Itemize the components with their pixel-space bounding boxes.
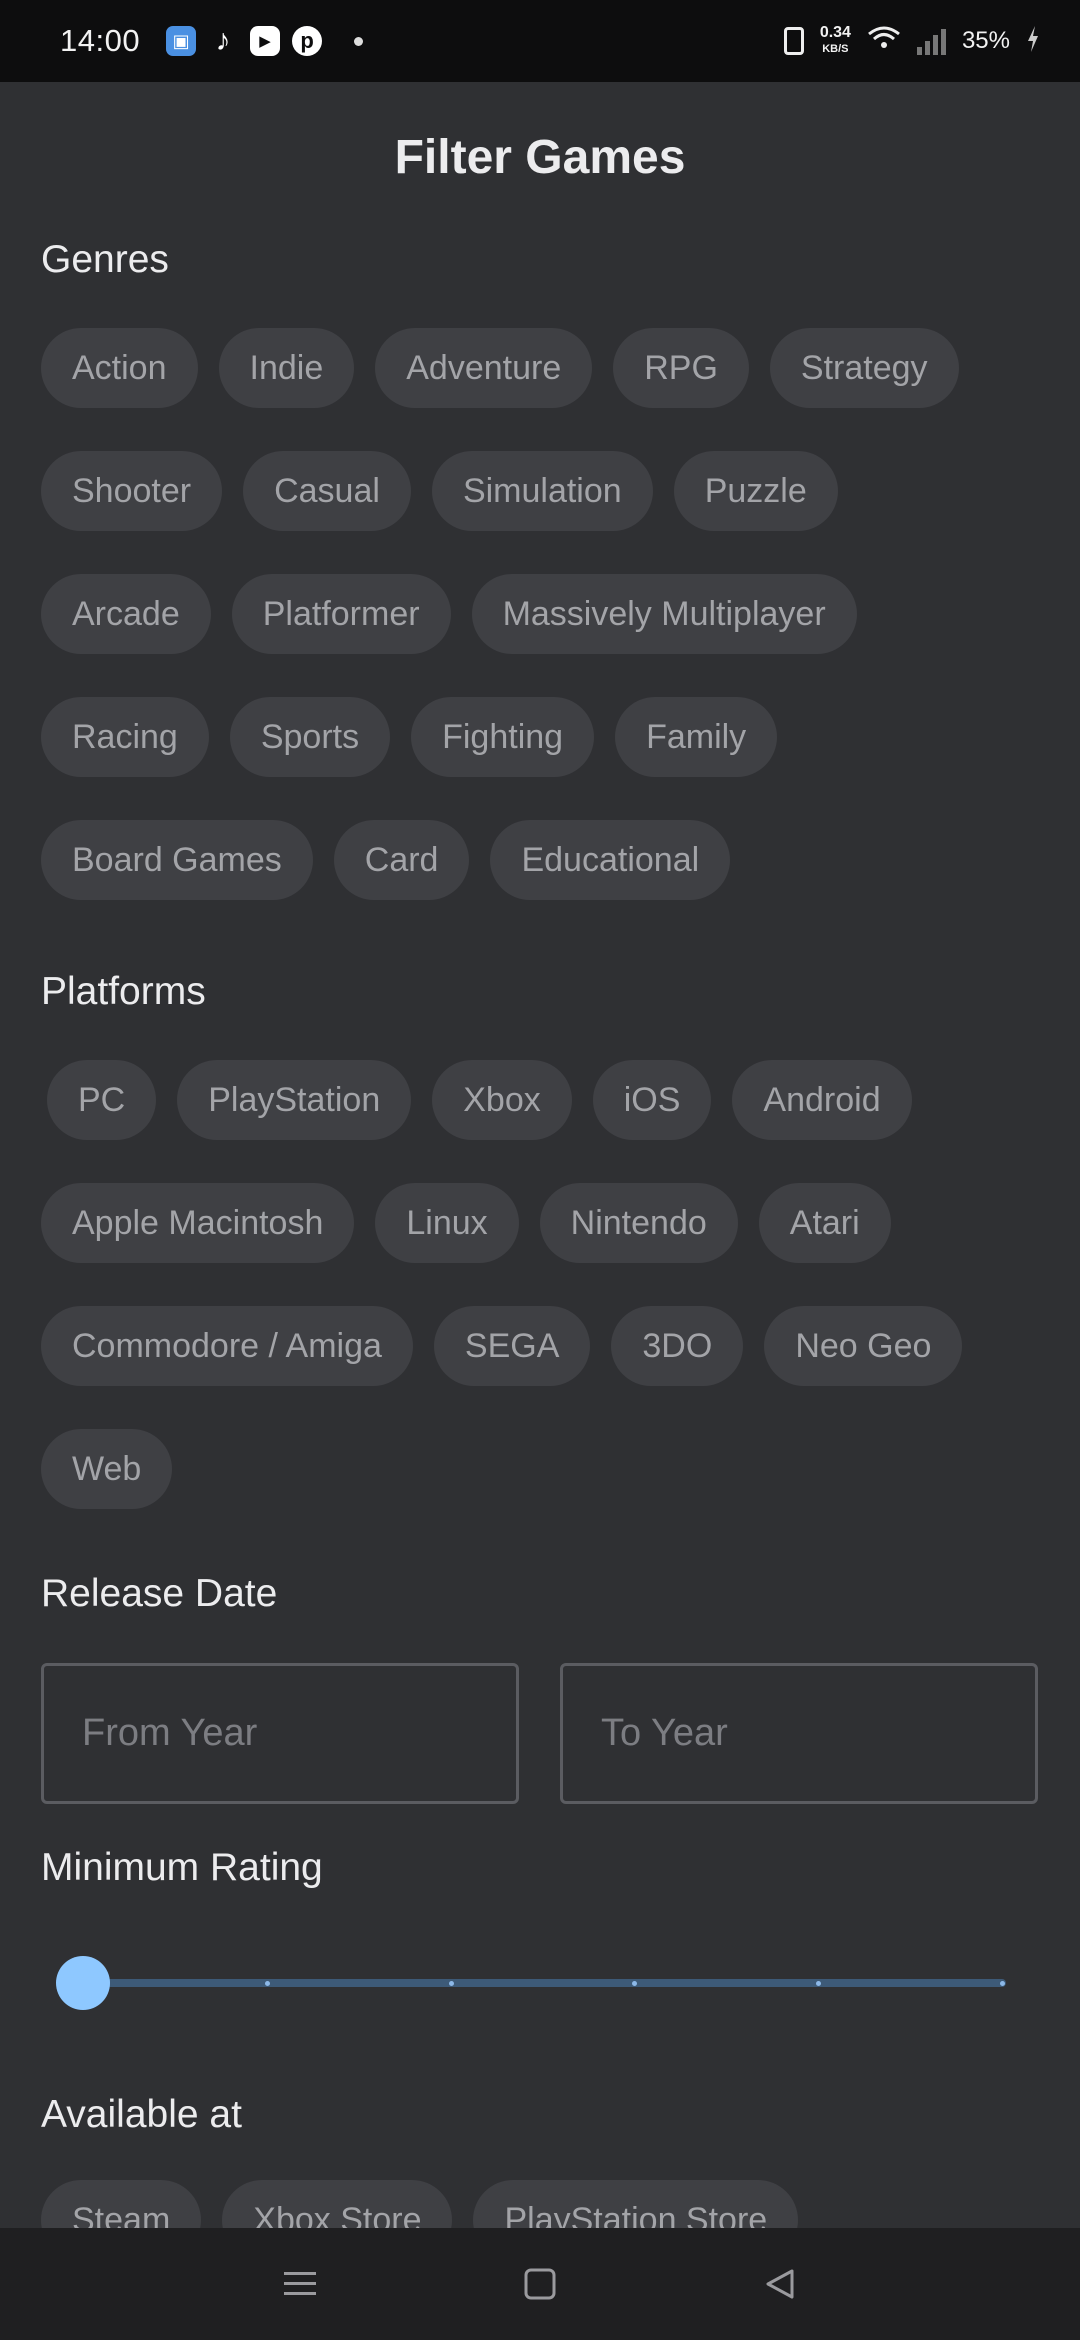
genre-chip-arcade[interactable]: Arcade	[41, 574, 211, 654]
back-triangle-icon	[766, 2269, 794, 2299]
notification-dot-icon	[354, 36, 364, 46]
battery-text: 35%	[961, 27, 1010, 54]
platform-chip-apple-macintosh[interactable]: Apple Macintosh	[41, 1183, 355, 1263]
genre-chip-rpg[interactable]: RPG	[613, 328, 749, 408]
genre-chip-fighting[interactable]: Fighting	[411, 697, 595, 777]
slider-tick	[448, 1981, 454, 1986]
app-icon: ▣	[166, 26, 197, 56]
signal-icon	[916, 27, 946, 55]
genres-row: Arcade Platformer Massively Multiplayer	[41, 574, 1041, 654]
genres-row: Racing Sports Fighting Family	[41, 697, 1041, 777]
platforms-heading: Platforms	[41, 970, 206, 1013]
genres-chip-group: Action Indie Adventure RPG Strategy Shoo…	[41, 328, 1041, 943]
platforms-row: Apple Macintosh Linux Nintendo Atari	[41, 1183, 1041, 1263]
genres-row: Action Indie Adventure RPG Strategy	[41, 328, 1041, 408]
recent-apps-button[interactable]	[270, 2254, 330, 2314]
platform-chip-linux[interactable]: Linux	[375, 1183, 519, 1263]
to-year-field[interactable]	[560, 1663, 1038, 1804]
tiktok-icon: ♪	[215, 24, 231, 57]
net-speed-unit: KB/S	[822, 43, 849, 55]
genre-chip-card[interactable]: Card	[333, 820, 470, 900]
platform-chip-android[interactable]: Android	[732, 1060, 912, 1140]
status-time: 14:00	[60, 23, 141, 58]
genre-chip-casual[interactable]: Casual	[243, 451, 411, 531]
slider-track[interactable]	[80, 1979, 1006, 1987]
genre-chip-shooter[interactable]: Shooter	[41, 451, 223, 531]
minimum-rating-heading: Minimum Rating	[41, 1846, 323, 1889]
home-button[interactable]	[510, 2254, 570, 2314]
slider-thumb[interactable]	[56, 1956, 110, 2010]
genre-chip-puzzle[interactable]: Puzzle	[673, 451, 838, 531]
genre-chip-action[interactable]: Action	[41, 328, 198, 408]
available-at-heading: Available at	[41, 2093, 242, 2136]
genre-chip-sports[interactable]: Sports	[229, 697, 391, 777]
genres-row: Board Games Card Educational	[41, 820, 1041, 900]
battery-charging-icon	[1026, 25, 1040, 58]
genre-chip-massively-multiplayer[interactable]: Massively Multiplayer	[471, 574, 857, 654]
platform-chip-3do[interactable]: 3DO	[611, 1306, 744, 1386]
genre-chip-racing[interactable]: Racing	[41, 697, 209, 777]
platform-chip-ios[interactable]: iOS	[592, 1060, 712, 1140]
release-date-heading: Release Date	[41, 1572, 278, 1615]
menu-icon	[284, 2272, 316, 2295]
wifi-icon	[867, 24, 901, 59]
platform-chip-atari[interactable]: Atari	[758, 1183, 891, 1263]
platforms-row: Commodore / Amiga SEGA 3DO Neo Geo	[41, 1306, 1041, 1386]
genre-chip-adventure[interactable]: Adventure	[375, 328, 593, 408]
minimum-rating-slider[interactable]	[56, 1956, 1006, 2010]
pinterest-icon: p	[292, 26, 323, 56]
status-bar: 14:00 ▣ ♪ ▶ p 0.34 KB/S 35%	[0, 0, 1080, 82]
platform-chip-neo-geo[interactable]: Neo Geo	[764, 1306, 963, 1386]
genre-chip-family[interactable]: Family	[615, 697, 778, 777]
platform-chip-nintendo[interactable]: Nintendo	[539, 1183, 738, 1263]
genres-row: Shooter Casual Simulation Puzzle	[41, 451, 1041, 531]
platform-chip-commodore-amiga[interactable]: Commodore / Amiga	[41, 1306, 413, 1386]
platforms-row: Web	[41, 1429, 1041, 1509]
slider-tick	[264, 1981, 270, 1986]
net-speed: 0.34 KB/S	[820, 25, 851, 57]
genres-heading: Genres	[41, 238, 169, 281]
platform-chip-web[interactable]: Web	[41, 1429, 173, 1509]
genre-chip-platformer[interactable]: Platformer	[231, 574, 451, 654]
youtube-icon: ▶	[250, 26, 281, 56]
platform-chip-sega[interactable]: SEGA	[433, 1306, 591, 1386]
platform-chip-playstation[interactable]: PlayStation	[177, 1060, 412, 1140]
slider-tick	[1000, 1981, 1005, 1986]
navigation-bar	[0, 2228, 1080, 2340]
vibrate-icon	[783, 27, 804, 55]
square-icon	[524, 2268, 556, 2300]
platform-chip-pc[interactable]: PC	[47, 1060, 157, 1140]
genre-chip-strategy[interactable]: Strategy	[769, 328, 959, 408]
net-speed-value: 0.34	[819, 24, 851, 41]
platform-chip-xbox[interactable]: Xbox	[432, 1060, 572, 1140]
back-button[interactable]	[750, 2254, 810, 2314]
page-title: Filter Games	[394, 131, 686, 184]
platforms-chip-group: PC PlayStation Xbox iOS Android Apple Ma…	[41, 1060, 1041, 1552]
genre-chip-simulation[interactable]: Simulation	[431, 451, 653, 531]
genre-chip-board-games[interactable]: Board Games	[41, 820, 313, 900]
genre-chip-educational[interactable]: Educational	[490, 820, 731, 900]
platforms-row: PC PlayStation Xbox iOS Android	[41, 1060, 1041, 1140]
from-year-field[interactable]	[41, 1663, 519, 1804]
genre-chip-indie[interactable]: Indie	[218, 328, 355, 408]
